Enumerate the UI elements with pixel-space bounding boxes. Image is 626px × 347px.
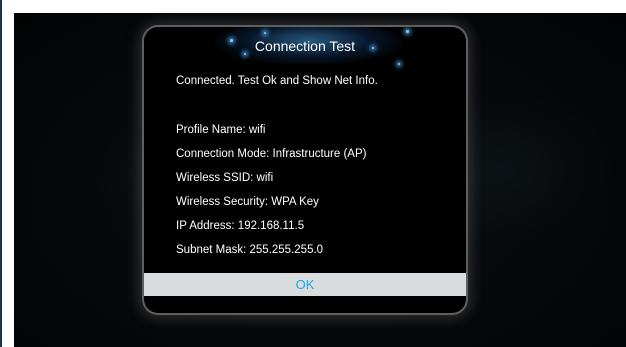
top-border [14,0,626,13]
sparkle-icon [398,63,400,65]
sparkle-icon [264,32,266,34]
subnet-mask-row: Subnet Mask: 255.255.255.0 [176,244,324,256]
sparkle-icon [406,30,409,33]
ip-address-row: IP Address: 192.168.11.5 [176,220,305,232]
left-edge-bar [0,0,2,347]
dialog-title: Connection Test [254,38,356,54]
network-info-list: Profile Name: wifi Connection Mode: Infr… [176,123,366,267]
connection-status-text: Connected. Test Ok and Show Net Info. [176,75,378,87]
profile-name-row: Profile Name: wifi [176,124,266,136]
connection-test-dialog: Connection Test Connected. Test Ok and S… [144,27,466,313]
wireless-ssid-row: Wireless SSID: wifi [176,172,274,184]
connection-mode-row: Connection Mode: Infrastructure (AP) [176,148,367,160]
wireless-security-row: Wireless Security: WPA Key [176,196,319,208]
ok-button[interactable]: OK [144,273,466,296]
